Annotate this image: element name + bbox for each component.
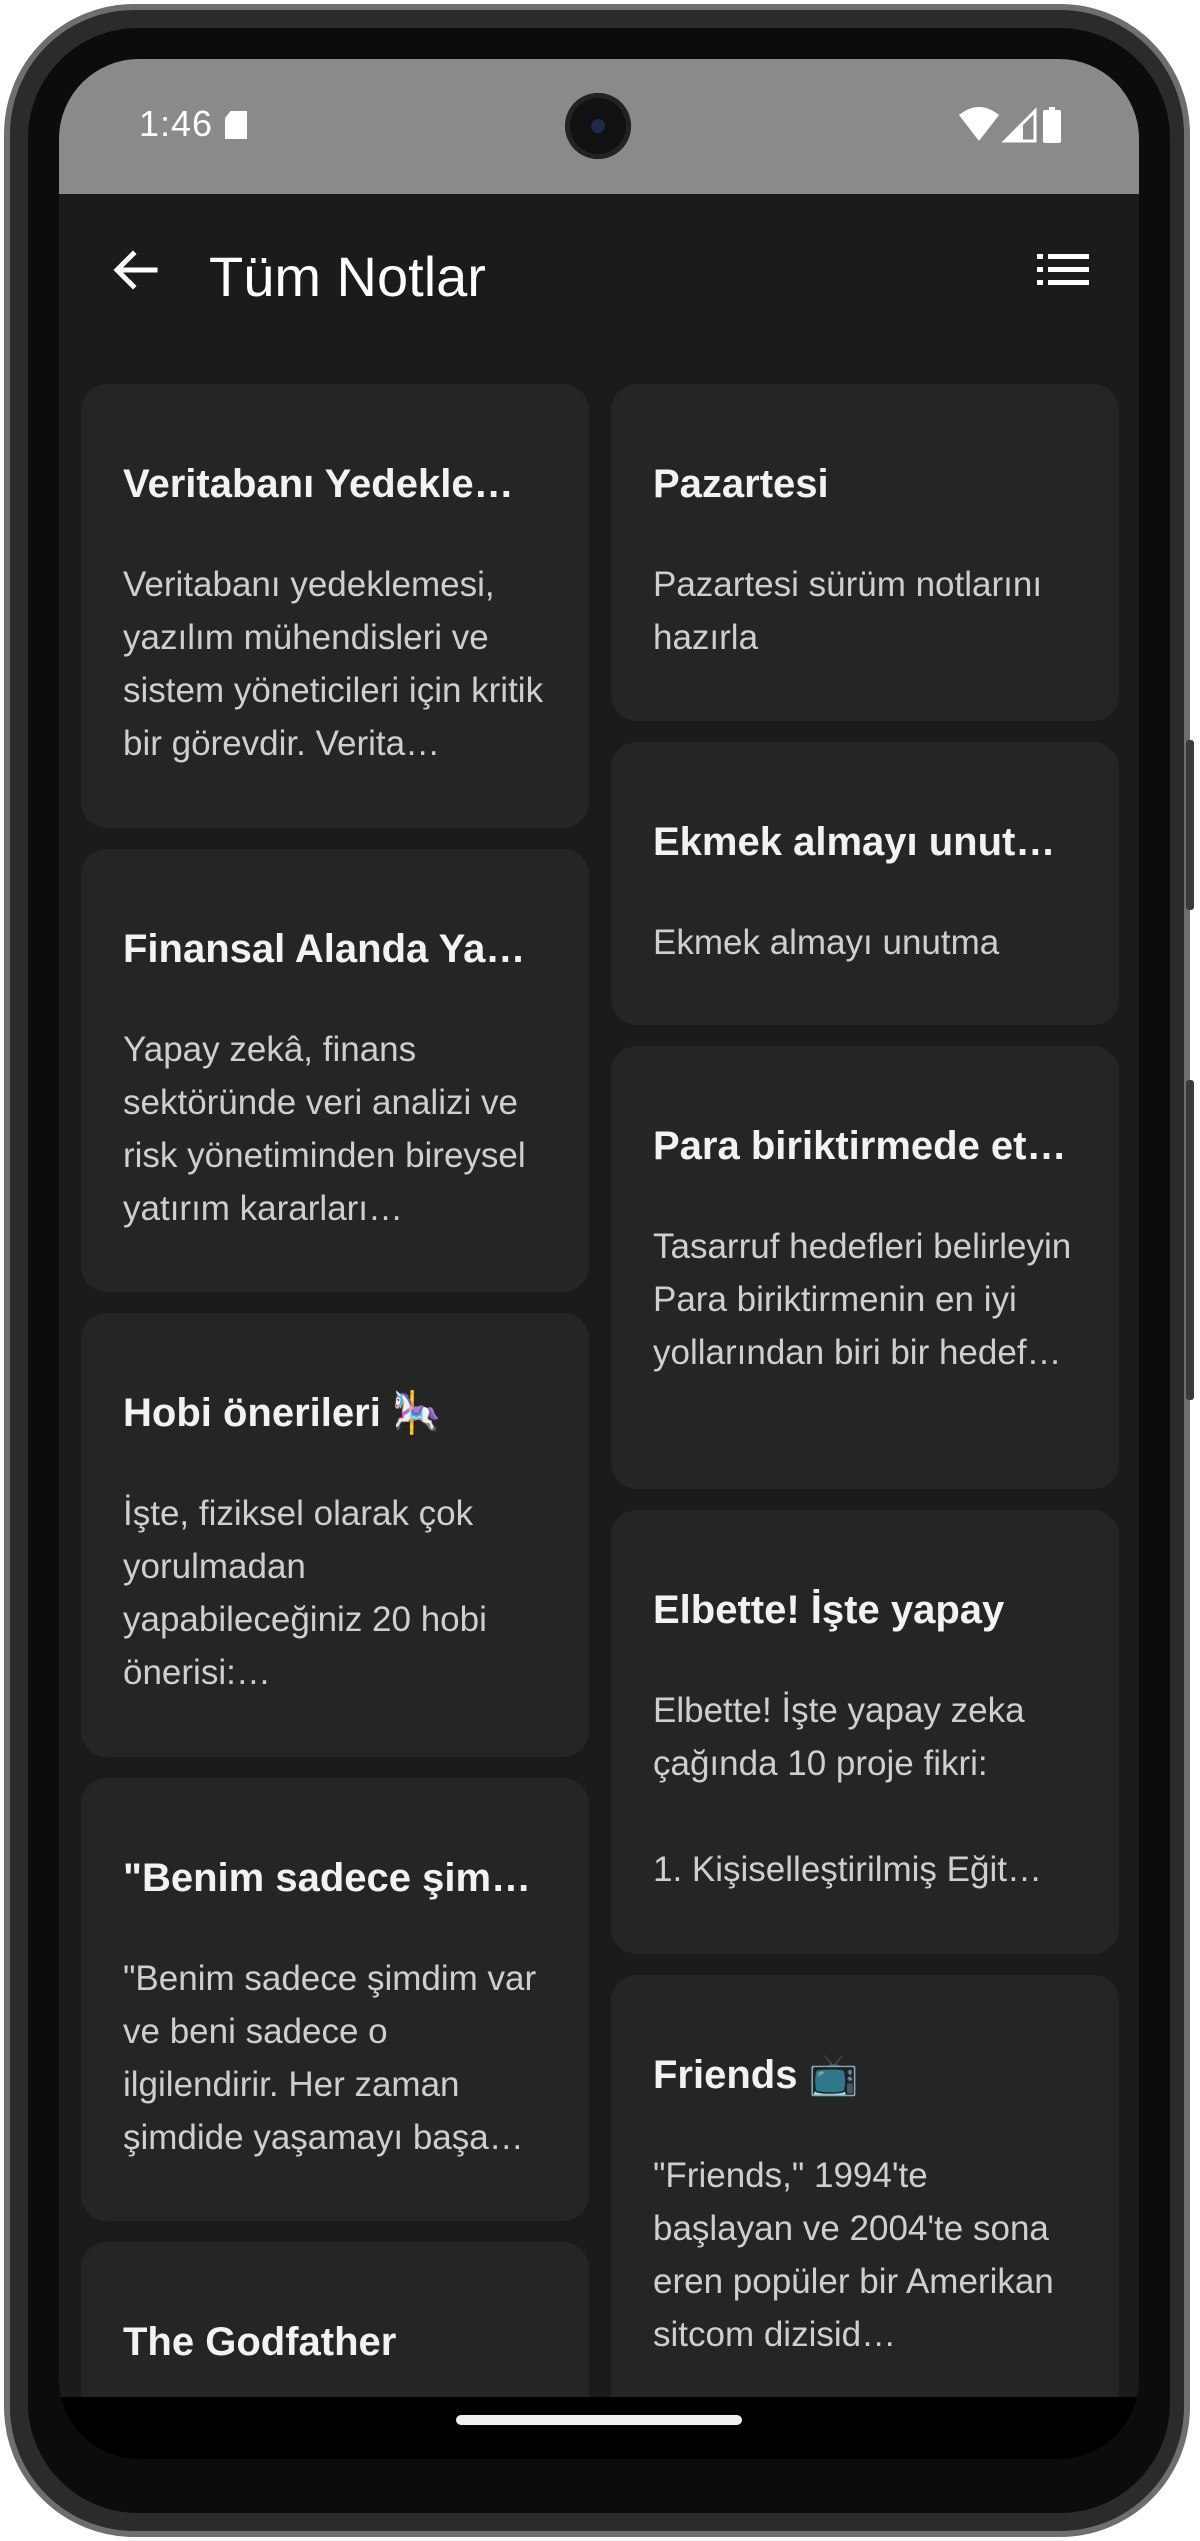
note-title: Para biriktirmede et… [653, 1124, 1067, 1168]
note-preview: Pazartesi sürüm notlarını hazırla [653, 565, 1043, 657]
note-title: Hobi önerileri 🎠 [123, 1391, 442, 1435]
note-preview: Ekmek almayı unutma [653, 923, 1000, 962]
note-card[interactable]: Veritabanı Yedekle… Veritabanı yedekleme… [81, 384, 589, 828]
note-title: Ekmek almayı unut… [653, 820, 1056, 864]
wifi-icon [959, 107, 999, 141]
front-camera [565, 93, 631, 159]
arrow-back-icon [113, 250, 158, 290]
note-title: Elbette! İşte yapay [653, 1588, 1005, 1632]
note-title: The Godfather [123, 2320, 397, 2364]
sd-card-icon [225, 111, 247, 139]
status-bar: 1:46 [59, 59, 1139, 194]
note-card[interactable]: Para biriktirmede et… Tasarruf hedefleri… [611, 1046, 1119, 1489]
back-button[interactable] [99, 234, 171, 306]
note-preview: Tasarruf hedefleri belirleyin Para birik… [653, 1227, 1072, 1372]
note-card[interactable]: Friends 📺 "Friends," 1994'te başlayan ve… [611, 1975, 1119, 2397]
phone-frame: 1:46 Tüm Notlar Veritabanı Yedekle… Veri… [0, 0, 1200, 2541]
notes-column-left: Veritabanı Yedekle… Veritabanı yedekleme… [81, 384, 589, 2397]
note-card[interactable]: Pazartesi Pazartesi sürüm notlarını hazı… [611, 384, 1119, 721]
note-card[interactable]: "Benim sadece şimd… "Benim sadece şimdim… [81, 1778, 589, 2221]
page-title: Tüm Notlar [209, 245, 486, 308]
note-preview: Elbette! İşte yapay zeka çağında 10 proj… [653, 1691, 1042, 1889]
screen: 1:46 Tüm Notlar Veritabanı Yedekle… Veri… [59, 59, 1139, 2459]
note-preview: Veritabanı yedeklemesi, yazılım mühendis… [123, 565, 544, 763]
list-view-icon [1037, 254, 1089, 285]
note-title: Finansal Alanda Yap… [123, 927, 547, 971]
note-card[interactable]: Finansal Alanda Yap… Yapay zekâ, finans … [81, 849, 589, 1292]
note-card[interactable]: Ekmek almayı unut… Ekmek almayı unutma [611, 742, 1119, 1025]
signal-icon [1001, 107, 1037, 143]
power-button [1186, 740, 1194, 910]
volume-button [1186, 1080, 1194, 1400]
note-title: Pazartesi [653, 462, 829, 506]
note-card[interactable]: Elbette! İşte yapay Elbette! İşte yapay … [611, 1510, 1119, 1954]
note-card[interactable]: Hobi önerileri 🎠 İşte, fiziksel olarak ç… [81, 1313, 589, 1757]
note-preview: Yapay zekâ, finans sektöründe veri anali… [123, 1030, 526, 1228]
note-title: Friends 📺 [653, 2053, 859, 2097]
note-preview: "Benim sadece şimdim var ve beni sadece … [123, 1959, 537, 2157]
notes-grid: Veritabanı Yedekle… Veritabanı yedekleme… [59, 362, 1139, 2397]
battery-icon [1043, 107, 1061, 143]
notes-column-right: Pazartesi Pazartesi sürüm notlarını hazı… [611, 384, 1119, 2397]
note-preview: "Friends," 1994'te başlayan ve 2004'te s… [653, 2156, 1054, 2354]
note-card[interactable]: The Godfather [81, 2242, 589, 2397]
home-gesture-handle[interactable] [456, 2415, 742, 2425]
note-title: Veritabanı Yedekle… [123, 462, 514, 506]
note-preview: İşte, fiziksel olarak çok yorulmadan yap… [123, 1494, 487, 1692]
app-bar: Tüm Notlar [59, 194, 1139, 362]
note-title: "Benim sadece şimd… [123, 1856, 547, 1900]
view-toggle-button[interactable] [1027, 234, 1099, 306]
status-icons [957, 105, 1067, 145]
navigation-bar [59, 2397, 1139, 2459]
status-time: 1:46 [139, 103, 214, 144]
